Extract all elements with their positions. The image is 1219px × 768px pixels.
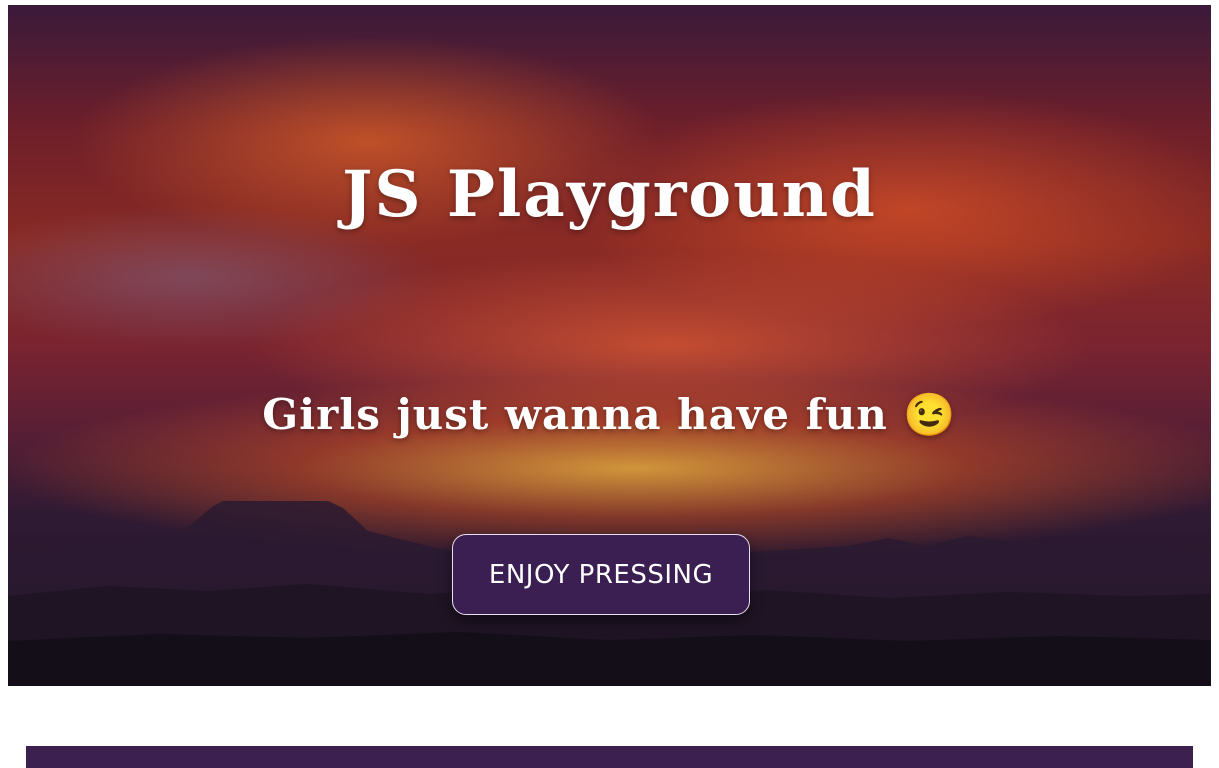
page-subtitle: Girls just wanna have fun 😉 [262,390,957,439]
enjoy-pressing-button[interactable]: ENJOY PRESSING [452,534,750,615]
bottom-section-bar [26,746,1193,768]
page-title: JS Playground [342,157,877,232]
